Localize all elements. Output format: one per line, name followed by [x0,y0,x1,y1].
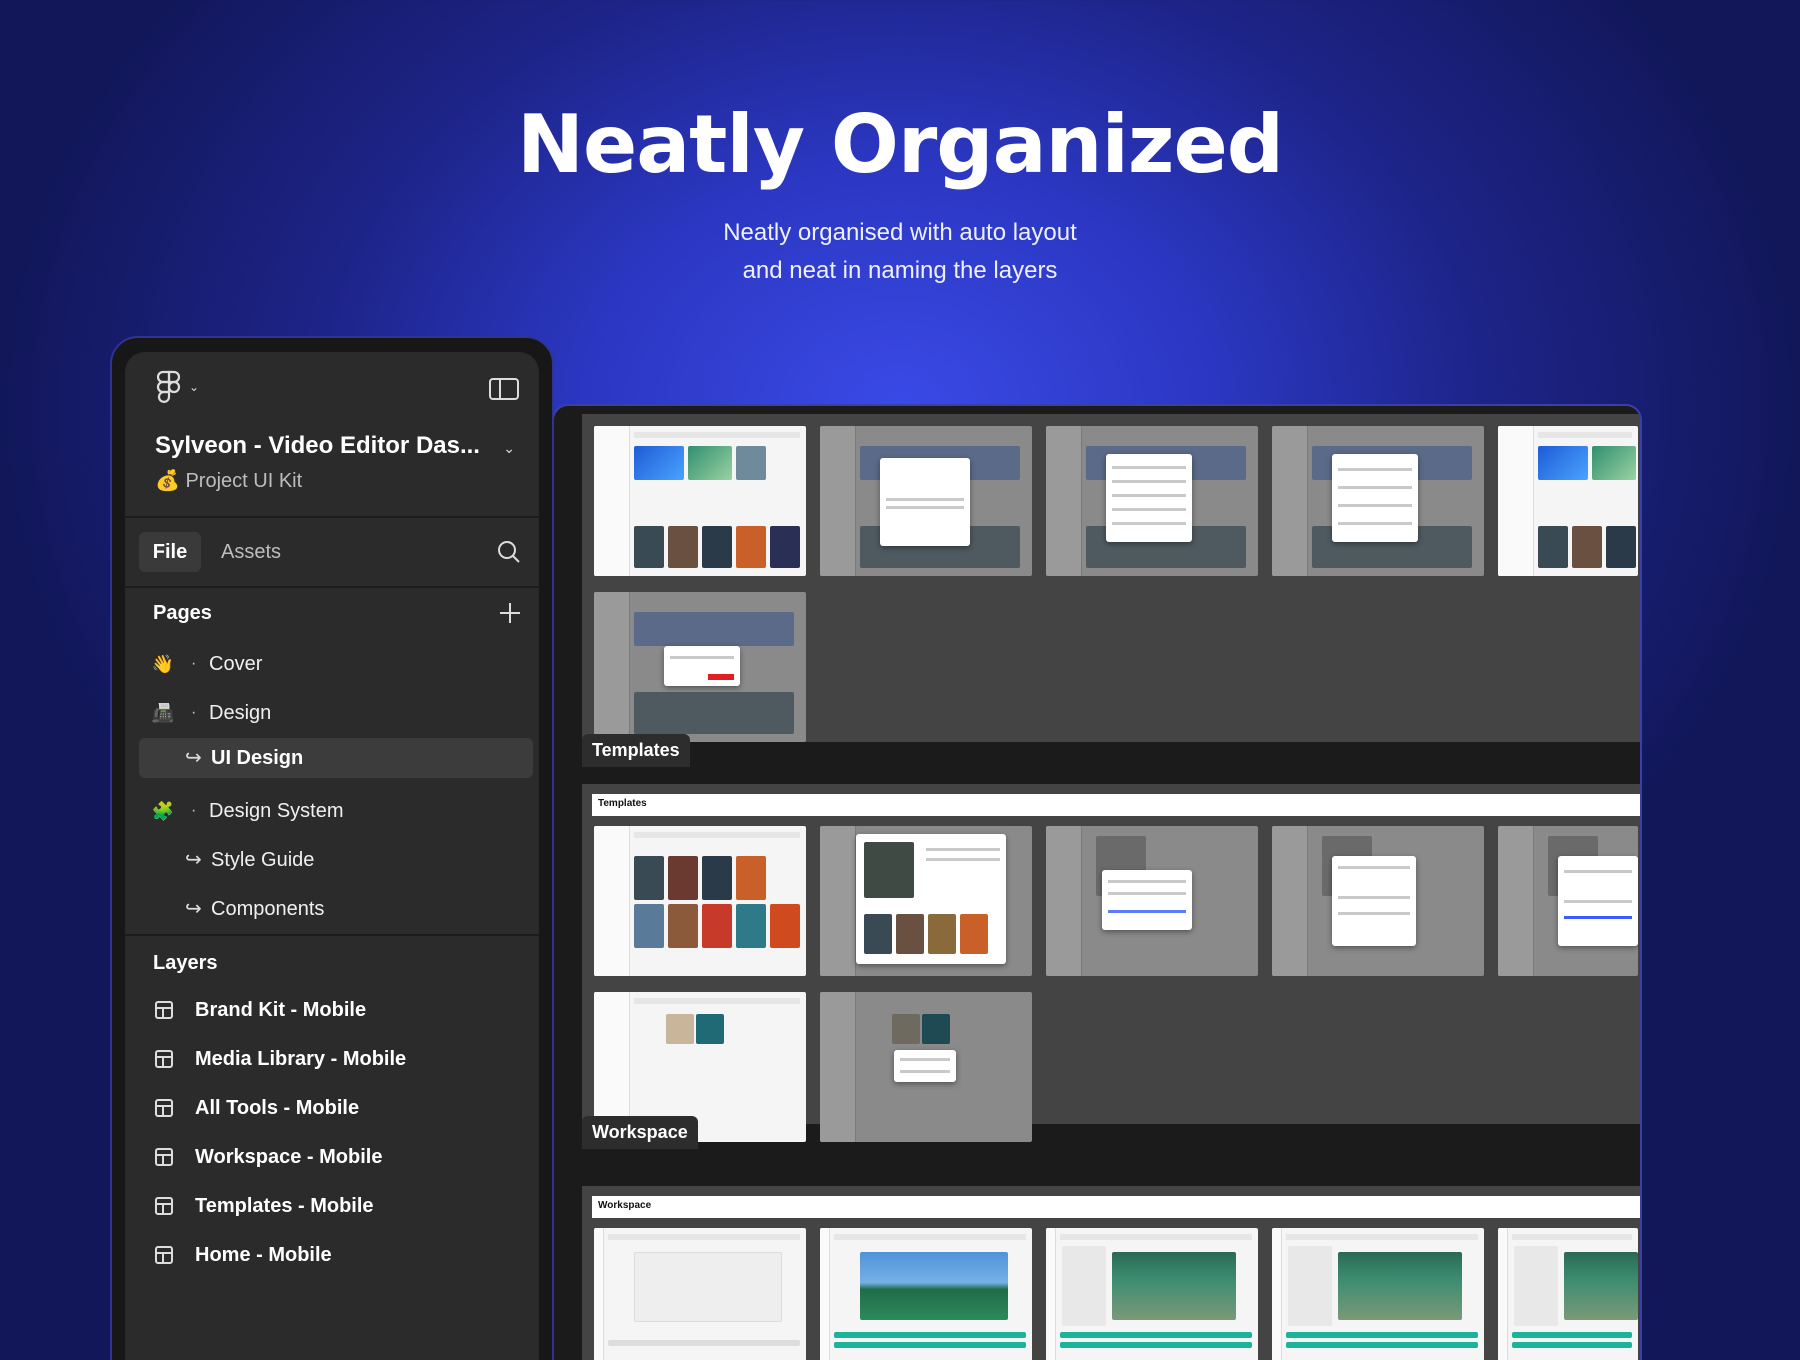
fax-icon: 📠 [151,703,175,723]
section-header-workspace: Workspace [592,1196,1640,1218]
pages-heading: Pages [153,602,212,624]
hero-subtitle: Neatly organised with auto layout and ne… [0,214,1800,290]
layer-item-label: Home - Mobile [195,1244,332,1266]
chevron-down-icon[interactable]: ⌄ [503,440,515,457]
frame-thumbnail[interactable] [594,592,806,742]
frame-thumbnail[interactable] [1498,426,1638,576]
bullet-dot: · [191,704,197,721]
layer-item[interactable]: All Tools - Mobile [125,1088,539,1128]
layer-item[interactable]: Templates - Mobile [125,1186,539,1226]
home-section: Templates [582,414,1640,767]
bullet-dot: · [191,802,197,819]
return-arrow-icon: ↪ [185,747,202,769]
page-item-cover[interactable]: 👋 · Cover [125,644,539,684]
frame-thumbnail[interactable] [1272,1228,1484,1360]
return-arrow-icon: ↪ [185,849,202,871]
hero-subtitle-line-2: and neat in naming the layers [742,257,1058,284]
divider [125,516,539,518]
divider [125,934,539,936]
frame-thumbnail[interactable] [820,826,1032,976]
templates-section: Templates Workspace [582,784,1640,1149]
workspace-section: Workspace [582,1186,1640,1360]
layer-item-label: Templates - Mobile [195,1195,374,1217]
section-header-templates: Templates [592,794,1640,816]
tab-assets[interactable]: Assets [221,532,281,572]
frame-thumbnail[interactable] [820,426,1032,576]
section-label-workspace[interactable]: Workspace [582,1116,698,1149]
waving-hand-icon: 👋 [151,654,175,674]
design-canvas[interactable]: Templates Templates Workspace Workspace [552,404,1642,1360]
return-arrow-icon: ↪ [185,898,202,920]
frame-thumbnail[interactable] [820,1228,1032,1360]
chevron-down-icon[interactable]: ⌄ [189,380,199,394]
search-icon[interactable] [497,540,521,564]
layers-panel: ⌄ Sylveon - Video Editor Das... ⌄ 💰 Proj… [125,352,539,1360]
frame-thumbnail[interactable] [594,426,806,576]
layer-item[interactable]: Brand Kit - Mobile [125,990,539,1030]
frame-thumbnail[interactable] [1046,826,1258,976]
page-item-label: UI Design [211,747,304,769]
layer-item[interactable]: Media Library - Mobile [125,1039,539,1079]
puzzle-piece-icon: 🧩 [151,801,175,821]
frame-icon [155,1001,173,1019]
hero-title: Neatly Organized [516,98,1284,191]
page-item-label: Design [209,702,272,724]
frame-icon [155,1246,173,1264]
layers-heading: Layers [153,952,218,974]
frame-thumbnail[interactable] [594,1228,806,1360]
layer-item[interactable]: Home - Mobile [125,1235,539,1275]
figma-logo-icon[interactable] [155,370,183,404]
frame-thumbnail[interactable] [1498,826,1638,976]
frame-thumbnail[interactable] [1272,826,1484,976]
frame-thumbnail[interactable] [594,826,806,976]
frame-thumbnail[interactable] [1498,1228,1638,1360]
frame-icon [155,1148,173,1166]
page-item-components[interactable]: ↪ Components [125,889,539,929]
frame-thumbnail[interactable] [820,992,1032,1142]
layer-item-label: Workspace - Mobile [195,1146,383,1168]
page-item-style-guide[interactable]: ↪ Style Guide [125,840,539,880]
frame-thumbnail[interactable] [1046,1228,1258,1360]
tab-file[interactable]: File [139,532,201,572]
frame-thumbnail[interactable] [1272,426,1484,576]
project-subtitle: 💰 Project UI Kit [155,470,303,492]
layer-item-label: All Tools - Mobile [195,1097,360,1119]
project-title[interactable]: Sylveon - Video Editor Das... [155,432,480,460]
frame-thumbnail[interactable] [1046,426,1258,576]
page-item-label: Cover [209,653,263,675]
sidebar-toggle-icon[interactable] [489,378,519,400]
frame-icon [155,1099,173,1117]
layer-item-label: Media Library - Mobile [195,1048,407,1070]
layer-item-label: Brand Kit - Mobile [195,999,367,1021]
page-item-design[interactable]: 📠 · Design [125,693,539,733]
hero-subtitle-line-1: Neatly organised with auto layout [723,219,1077,246]
layer-item[interactable]: Workspace - Mobile [125,1137,539,1177]
page-item-design-system[interactable]: 🧩 · Design System [125,791,539,831]
page-item-label: Components [211,898,325,920]
section-label-templates[interactable]: Templates [582,734,690,767]
page-item-label: Style Guide [211,849,315,871]
plus-icon[interactable] [499,602,521,624]
frame-icon [155,1197,173,1215]
frame-icon [155,1050,173,1068]
bullet-dot: · [191,655,197,672]
page-item-ui-design[interactable]: ↪ UI Design [139,738,533,778]
divider [125,586,539,588]
page-item-label: Design System [209,800,344,822]
